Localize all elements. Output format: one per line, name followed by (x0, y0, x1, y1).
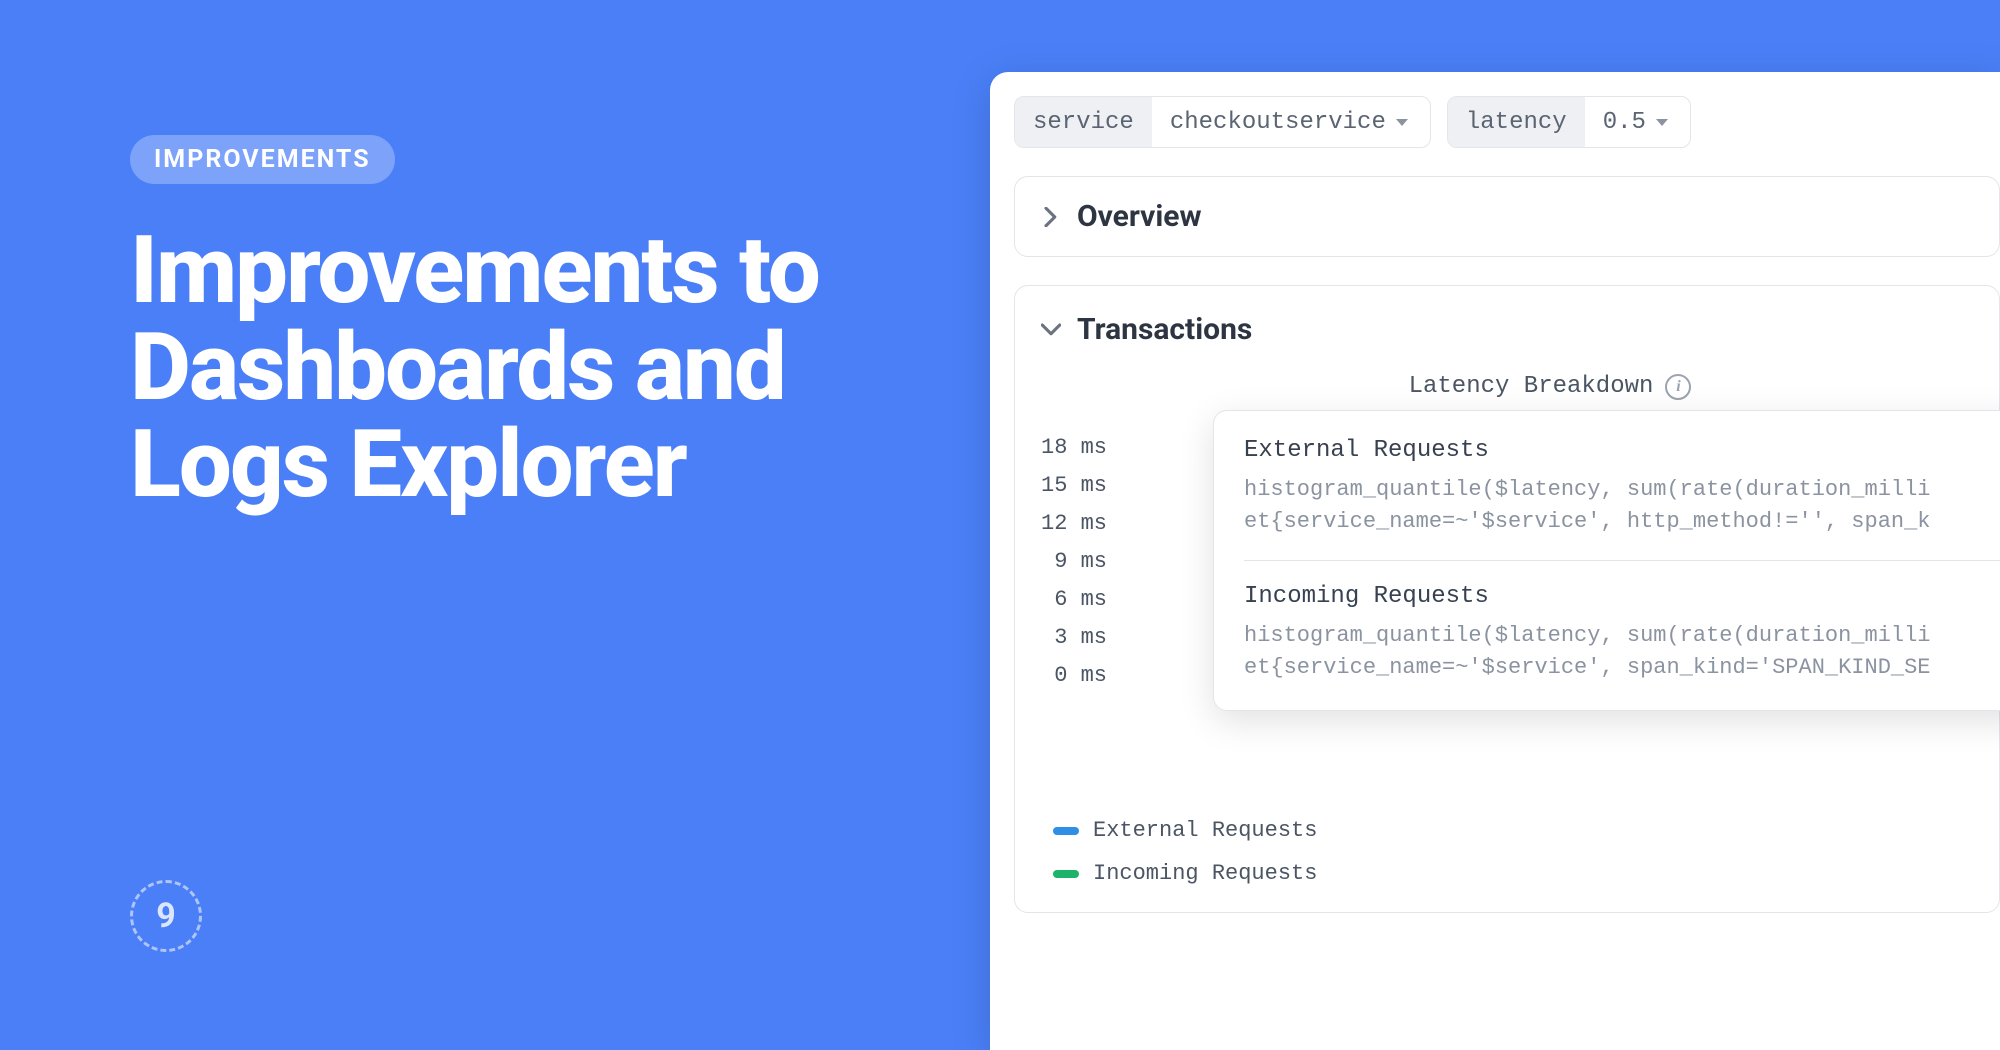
chart-title-row: Latency Breakdown i (1101, 373, 1999, 400)
filter-latency-value-text: 0.5 (1603, 109, 1646, 136)
transactions-header[interactable]: Transactions (1041, 312, 1999, 347)
chart-legend: External Requests Incoming Requests (1041, 818, 1999, 886)
chart-y-axis: 18 ms 15 ms 12 ms 9 ms 6 ms 3 ms 0 ms (1041, 434, 1125, 690)
tooltip-incoming-code: histogram_quantile($latency, sum(rate(du… (1244, 620, 2000, 684)
tooltip-external-section: External Requests histogram_quantile($la… (1244, 437, 2000, 538)
filter-bar: service checkoutservice latency 0.5 (1014, 96, 2000, 148)
dashboard-app-window: service checkoutservice latency 0.5 Over… (990, 72, 2000, 1050)
filter-latency-value[interactable]: 0.5 (1585, 109, 1690, 136)
legend-external-label: External Requests (1093, 818, 1317, 843)
tooltip-incoming-section: Incoming Requests histogram_quantile($la… (1244, 560, 2000, 684)
page-headline: Improvements to Dashboards and Logs Expl… (130, 222, 850, 512)
overview-title: Overview (1077, 199, 1202, 234)
marketing-left-panel: IMPROVEMENTS Improvements to Dashboards … (130, 135, 850, 512)
chart-area: 18 ms 15 ms 12 ms 9 ms 6 ms 3 ms 0 ms Ex… (1041, 434, 1999, 690)
chevron-down-icon (1656, 119, 1668, 126)
chevron-down-icon (1396, 119, 1408, 126)
y-tick: 18 ms (1041, 434, 1107, 462)
brand-logo-9-icon: 9 (130, 880, 202, 952)
filter-service-value-text: checkoutservice (1170, 109, 1386, 136)
chart-tooltip: External Requests histogram_quantile($la… (1213, 410, 2000, 711)
legend-item-incoming[interactable]: Incoming Requests (1053, 861, 1999, 886)
filter-service-value[interactable]: checkoutservice (1152, 109, 1430, 136)
tooltip-external-title: External Requests (1244, 437, 2000, 464)
logo-glyph: 9 (156, 896, 176, 936)
y-tick: 0 ms (1054, 662, 1107, 690)
y-tick: 6 ms (1054, 586, 1107, 614)
legend-item-external[interactable]: External Requests (1053, 818, 1999, 843)
legend-swatch-green (1053, 870, 1079, 878)
legend-swatch-blue (1053, 827, 1079, 835)
y-tick: 3 ms (1054, 624, 1107, 652)
tooltip-external-code: histogram_quantile($latency, sum(rate(du… (1244, 474, 2000, 538)
y-tick: 12 ms (1041, 510, 1107, 538)
y-tick: 9 ms (1054, 548, 1107, 576)
filter-latency-key: latency (1448, 97, 1585, 147)
filter-service-key: service (1015, 97, 1152, 147)
y-tick: 15 ms (1041, 472, 1107, 500)
info-icon[interactable]: i (1665, 374, 1691, 400)
category-badge: IMPROVEMENTS (130, 135, 395, 184)
transactions-title: Transactions (1077, 312, 1252, 347)
tooltip-incoming-title: Incoming Requests (1244, 583, 2000, 610)
chevron-down-icon (1041, 323, 1061, 337)
transactions-section: Transactions Latency Breakdown i 18 ms 1… (1014, 285, 2000, 913)
overview-header[interactable]: Overview (1041, 199, 1973, 234)
overview-section[interactable]: Overview (1014, 176, 2000, 257)
legend-incoming-label: Incoming Requests (1093, 861, 1317, 886)
filter-service[interactable]: service checkoutservice (1014, 96, 1431, 148)
chart-title: Latency Breakdown (1409, 373, 1654, 400)
filter-latency[interactable]: latency 0.5 (1447, 96, 1691, 148)
chevron-right-icon (1041, 207, 1061, 227)
